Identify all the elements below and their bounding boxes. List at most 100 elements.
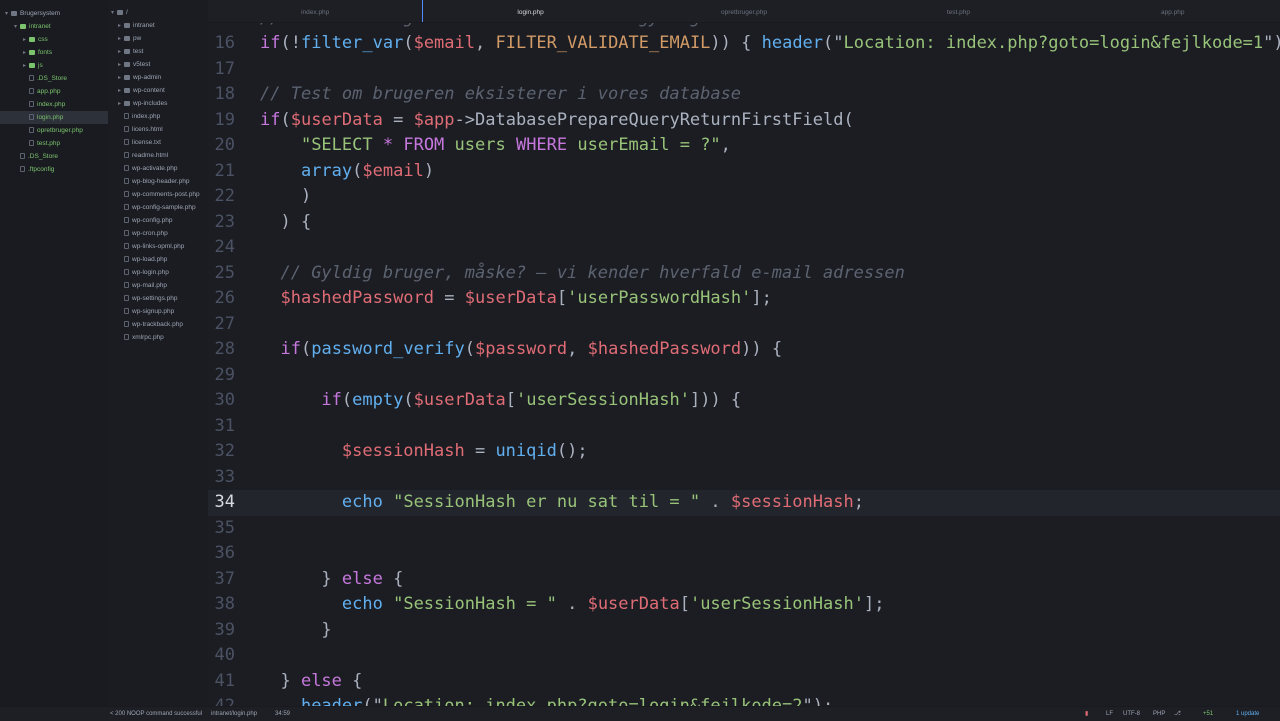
file-icon	[29, 140, 34, 147]
tree-item[interactable]: .DS_Store	[0, 72, 108, 85]
grammar-selector[interactable]: PHP	[1153, 707, 1165, 721]
code-line[interactable]: 25 // Gyldig bruger, måske? – vi kender …	[208, 261, 1280, 287]
tree-item[interactable]: ▸ js	[0, 59, 108, 72]
tree-item[interactable]: test.php	[0, 137, 108, 150]
remote-file-item[interactable]: wp-settings.php	[108, 292, 208, 305]
file-icon	[29, 101, 34, 108]
code-line[interactable]: 32 $sessionHash = uniqid();	[208, 439, 1280, 465]
code-line[interactable]: 41 } else {	[208, 669, 1280, 695]
tab-login-php[interactable]: login.php	[422, 0, 637, 22]
code-line[interactable]: 42 header("Location: index.php?goto=logi…	[208, 694, 1280, 706]
folder-icon	[117, 9, 123, 15]
code-line[interactable]: 26 $hashedPassword = $userData['userPass…	[208, 286, 1280, 312]
remote-file-item[interactable]: ▸ v5test	[108, 58, 208, 71]
tree-item[interactable]: opretbruger.php	[0, 124, 108, 137]
remote-file-item[interactable]: ▸ wp-includes	[108, 97, 208, 110]
tab-test-php[interactable]: test.php	[851, 0, 1065, 22]
project-tree: ▾ Brugersystem ▾ intranet ▸ css ▸ fonts ▸ js .DS_…	[0, 0, 108, 706]
code-line[interactable]: 24	[208, 235, 1280, 261]
file-encoding[interactable]: UTF-8	[1123, 707, 1140, 721]
code-token: (	[403, 390, 414, 411]
git-diff-count[interactable]: +51	[1203, 707, 1213, 721]
remote-file-item[interactable]: licens.html	[108, 123, 208, 136]
folder-icon	[124, 100, 130, 106]
remote-file-item[interactable]: ▸ wp-content	[108, 84, 208, 97]
code-token: $email	[413, 33, 475, 54]
tree-item-label: index.php	[37, 101, 66, 108]
code-line[interactable]: 16 if(!filter_var($email, FILTER_VALIDATE…	[208, 31, 1280, 57]
code-text: // Test om brugeren eksisterer i vores d…	[260, 82, 741, 108]
file-icon	[124, 321, 129, 328]
remote-file-item[interactable]: wp-config-sample.php	[108, 201, 208, 214]
code-line[interactable]: 19 if($userData = $app->DatabasePrepareQu…	[208, 108, 1280, 134]
error-icon[interactable]: ▮	[1085, 707, 1088, 721]
tree-item[interactable]: .ftpconfig	[0, 163, 108, 176]
code-line[interactable]: 36	[208, 541, 1280, 567]
code-line[interactable]: 35	[208, 516, 1280, 542]
remote-file-item[interactable]: wp-config.php	[108, 214, 208, 227]
code-line[interactable]: 28 if(password_verify($password, $hashed…	[208, 337, 1280, 363]
code-line[interactable]: 18 // Test om brugeren eksisterer i vores…	[208, 82, 1280, 108]
code-line[interactable]: 22 )	[208, 184, 1280, 210]
remote-file-item[interactable]: wp-activate.php	[108, 162, 208, 175]
code-token: )) {	[741, 339, 783, 360]
remote-file-item[interactable]: wp-comments-post.php	[108, 188, 208, 201]
code-line[interactable]: 31	[208, 414, 1280, 440]
line-number: 34	[214, 492, 235, 513]
code-token: =	[464, 441, 496, 462]
code-token: "SessionHash = "	[393, 594, 557, 615]
remote-file-item[interactable]: ▸ intranet	[108, 19, 208, 32]
remote-file-item[interactable]: ▾ /	[108, 6, 208, 19]
remote-file-item[interactable]: wp-cron.php	[108, 227, 208, 240]
tree-item[interactable]: ▸ fonts	[0, 46, 108, 59]
code-line[interactable]: 29	[208, 363, 1280, 389]
git-branch-icon[interactable]: ⎇	[1174, 707, 1181, 721]
code-line[interactable]: 20 "SELECT * FROM users WHERE userEmail …	[208, 133, 1280, 159]
status-file-path[interactable]: intranet/login.php	[211, 707, 257, 721]
remote-file-item[interactable]: ▸ wp-admin	[108, 71, 208, 84]
remote-file-item[interactable]: wp-blog-header.php	[108, 175, 208, 188]
tree-item[interactable]: ▾ Brugersystem	[0, 7, 108, 20]
line-ending[interactable]: LF	[1106, 707, 1113, 721]
remote-file-item[interactable]: ▸ test	[108, 45, 208, 58]
remote-file-item[interactable]: index.php	[108, 110, 208, 123]
code-line[interactable]: 40	[208, 643, 1280, 669]
remote-file-item[interactable]: ▸ pw	[108, 32, 208, 45]
remote-file-item[interactable]: readme.html	[108, 149, 208, 162]
line-number: 36	[214, 543, 235, 564]
tree-item[interactable]: .DS_Store	[0, 150, 108, 163]
updates-indicator[interactable]: 1 update	[1236, 707, 1259, 721]
code-line[interactable]: 38 echo "SessionHash = " . $userData['us…	[208, 592, 1280, 618]
code-line[interactable]: 30 if(empty($userData['userSessionHash']…	[208, 388, 1280, 414]
tree-item[interactable]: index.php	[0, 98, 108, 111]
remote-file-item[interactable]: wp-login.php	[108, 266, 208, 279]
code-line[interactable]: 27	[208, 312, 1280, 338]
remote-file-item[interactable]: wp-mail.php	[108, 279, 208, 292]
tree-item[interactable]: login.php	[0, 111, 108, 124]
tree-item[interactable]: ▾ intranet	[0, 20, 108, 33]
code-text: if($userData = $app->DatabasePrepareQuer…	[260, 108, 854, 134]
code-editor[interactable]: 15// Test at brugeren har indtastet en g…	[208, 0, 1280, 706]
tab-app-php[interactable]: app.php	[1066, 0, 1280, 22]
code-token: filter_var	[300, 33, 404, 54]
remote-file-item[interactable]: license.txt	[108, 136, 208, 149]
code-line[interactable]: 37 } else {	[208, 567, 1280, 593]
remote-file-item[interactable]: wp-links-opml.php	[108, 240, 208, 253]
remote-file-item[interactable]: wp-load.php	[108, 253, 208, 266]
current-code-line[interactable]: 34 echo "SessionHash er nu sat til = " .…	[208, 490, 1280, 516]
tree-item[interactable]: ▸ css	[0, 33, 108, 46]
tab-opretbruger-php[interactable]: opretbruger.php	[637, 0, 851, 22]
file-icon	[124, 269, 129, 276]
tab-index-php[interactable]: index.php	[208, 0, 422, 22]
code-line[interactable]: 39 }	[208, 618, 1280, 644]
tree-item[interactable]: app.php	[0, 85, 108, 98]
code-line[interactable]: 21 array($email)	[208, 159, 1280, 185]
code-line[interactable]: 23 ) {	[208, 210, 1280, 236]
remote-file-item[interactable]: wp-signup.php	[108, 305, 208, 318]
remote-file-item[interactable]: wp-trackback.php	[108, 318, 208, 331]
code-text: // Gyldig bruger, måske? – vi kender hve…	[260, 261, 904, 287]
code-line[interactable]: 17	[208, 57, 1280, 83]
code-line[interactable]: 33	[208, 465, 1280, 491]
cursor-position[interactable]: 34:59	[275, 707, 290, 721]
remote-file-item[interactable]: xmlrpc.php	[108, 331, 208, 344]
